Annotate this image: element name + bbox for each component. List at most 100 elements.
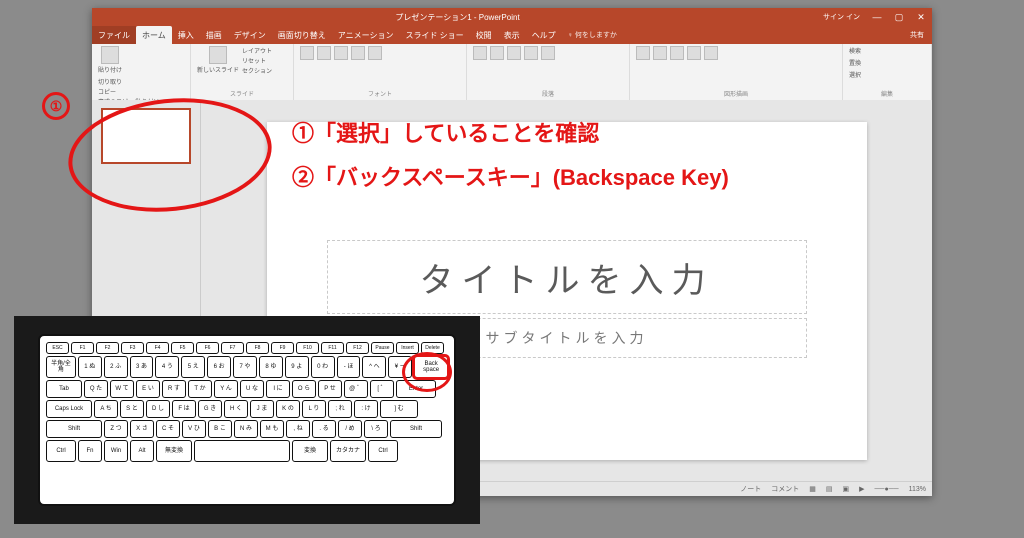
tab-home[interactable]: ホーム xyxy=(136,26,172,44)
group-clipboard: 貼り付け 切り取り コピー 書式のコピー/貼り付け クリップボード xyxy=(92,44,191,100)
key: @ ゛ xyxy=(344,380,368,398)
zoom-slider[interactable]: ──●── xyxy=(875,486,899,493)
alignleft-icon[interactable] xyxy=(507,46,521,60)
minimize-button[interactable]: — xyxy=(866,8,888,26)
key: 6 お xyxy=(207,356,231,378)
status-comments[interactable]: コメント xyxy=(771,484,799,494)
key: 半角/全角 xyxy=(46,356,76,378)
aligncenter-icon[interactable] xyxy=(524,46,538,60)
fill-icon[interactable] xyxy=(687,46,701,60)
tab-help[interactable]: ヘルプ xyxy=(526,26,562,44)
key: F11 xyxy=(321,342,344,354)
view-reading-icon[interactable]: ▣ xyxy=(843,485,850,493)
paste-button[interactable]: 貼り付け xyxy=(98,46,122,74)
close-button[interactable]: ✕ xyxy=(910,8,932,26)
key: Shift xyxy=(390,420,442,438)
key: Shift xyxy=(46,420,102,438)
group-slides: 新しいスライド レイアウト リセット セクション スライド xyxy=(191,44,294,100)
group-slides-label: スライド xyxy=(197,89,287,98)
annotation-text-2: ②「バックスペースキー」(Backspace Key) xyxy=(292,160,729,192)
key: F9 xyxy=(271,342,294,354)
zoom-level[interactable]: 113% xyxy=(909,486,926,493)
annotation-text-1: ①「選択」していることを確認 xyxy=(292,116,599,148)
key: - ほ xyxy=(337,356,361,378)
fontcolor-icon[interactable] xyxy=(368,46,382,60)
arrange-icon[interactable] xyxy=(653,46,667,60)
key: 0 わ xyxy=(311,356,335,378)
copy-button[interactable]: コピー xyxy=(98,87,160,96)
alignright-icon[interactable] xyxy=(541,46,555,60)
shapes-icon[interactable] xyxy=(636,46,650,60)
underline-icon[interactable] xyxy=(351,46,365,60)
key: ] む xyxy=(380,400,418,418)
select-button[interactable]: 選択 xyxy=(849,70,861,79)
key: 9 よ xyxy=(285,356,309,378)
key: F1 xyxy=(71,342,94,354)
group-paragraph: 段落 xyxy=(467,44,630,100)
outline-icon[interactable] xyxy=(704,46,718,60)
key: G き xyxy=(198,400,222,418)
maximize-button[interactable]: ▢ xyxy=(888,8,910,26)
view-normal-icon[interactable]: ▦ xyxy=(809,485,816,493)
key: R す xyxy=(162,380,186,398)
key: F6 xyxy=(196,342,219,354)
ribbon-tabs: ファイル ホーム 挿入 描画 デザイン 画面切り替え アニメーション スライド … xyxy=(92,26,932,44)
key: Tab xyxy=(46,380,82,398)
key: K の xyxy=(276,400,300,418)
key: 変換 xyxy=(292,440,328,462)
view-slideshow-icon[interactable]: ▶ xyxy=(859,485,864,493)
tab-design[interactable]: デザイン xyxy=(228,26,272,44)
key: : け xyxy=(354,400,378,418)
tab-transitions[interactable]: 画面切り替え xyxy=(272,26,332,44)
newslide-button[interactable]: 新しいスライド xyxy=(197,46,239,74)
key: F12 xyxy=(346,342,369,354)
tellme-input[interactable]: ♀ 何をしますか xyxy=(568,30,617,40)
numbering-icon[interactable] xyxy=(490,46,504,60)
key: J ま xyxy=(250,400,274,418)
reset-button[interactable]: リセット xyxy=(242,56,272,65)
share-button[interactable]: 共有 xyxy=(910,30,924,40)
replace-button[interactable]: 置換 xyxy=(849,58,861,67)
section-button[interactable]: セクション xyxy=(242,66,272,75)
key: Delete xyxy=(421,342,444,354)
group-editing-label: 編集 xyxy=(849,89,925,98)
key: S と xyxy=(120,400,144,418)
italic-icon[interactable] xyxy=(334,46,348,60)
key: F4 xyxy=(146,342,169,354)
key-row-a: Caps LockA ちS とD しF はG きH くJ まK のL り; れ:… xyxy=(46,400,448,418)
quickstyles-icon[interactable] xyxy=(670,46,684,60)
tab-file[interactable]: ファイル xyxy=(92,26,136,44)
tab-draw[interactable]: 描画 xyxy=(200,26,228,44)
font-icon[interactable] xyxy=(300,46,314,60)
bullets-icon[interactable] xyxy=(473,46,487,60)
tab-animations[interactable]: アニメーション xyxy=(332,26,400,44)
key: F7 xyxy=(221,342,244,354)
tab-slideshow[interactable]: スライド ショー xyxy=(399,26,469,44)
key: \ ろ xyxy=(364,420,388,438)
key: L り xyxy=(302,400,326,418)
key: Insert xyxy=(396,342,419,354)
bold-icon[interactable] xyxy=(317,46,331,60)
key: , ね xyxy=(286,420,310,438)
tab-view[interactable]: 表示 xyxy=(498,26,526,44)
key: C そ xyxy=(156,420,180,438)
signin-label[interactable]: サイン イン xyxy=(823,12,860,22)
status-notes[interactable]: ノート xyxy=(740,484,761,494)
key: 4 う xyxy=(155,356,179,378)
key: B こ xyxy=(208,420,232,438)
keyboard: ESCF1F2F3F4F5F6F7F8F9F10F11F12PauseInser… xyxy=(38,334,456,506)
tab-review[interactable]: 校閲 xyxy=(470,26,498,44)
key: 5 え xyxy=(181,356,205,378)
view-sorter-icon[interactable]: ▤ xyxy=(826,485,833,493)
tab-insert[interactable]: 挿入 xyxy=(172,26,200,44)
key: Ctrl xyxy=(46,440,76,462)
key-row-function: ESCF1F2F3F4F5F6F7F8F9F10F11F12PauseInser… xyxy=(46,342,448,354)
layout-button[interactable]: レイアウト xyxy=(242,46,272,55)
key: 7 や xyxy=(233,356,257,378)
key: F2 xyxy=(96,342,119,354)
find-button[interactable]: 検索 xyxy=(849,46,861,55)
key: Fn xyxy=(78,440,102,462)
cut-button[interactable]: 切り取り xyxy=(98,77,160,86)
key: Enter xyxy=(396,380,436,398)
title-placeholder[interactable]: タイトルを入力 xyxy=(327,240,807,314)
